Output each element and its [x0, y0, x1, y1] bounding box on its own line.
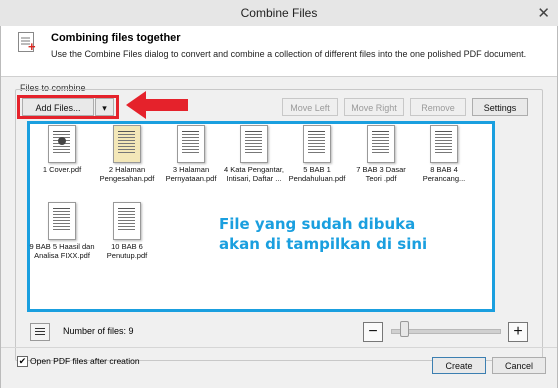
file-tile[interactable]: 4 Kata Pengantar, Intisari, Daftar ...	[221, 125, 287, 183]
file-tile[interactable]: 10 BAB 6 Penutup.pdf	[94, 202, 160, 260]
file-name: 10 BAB 6 Penutup.pdf	[106, 242, 148, 260]
close-icon[interactable]: ✕	[537, 4, 550, 22]
file-tile[interactable]: 9 BAB 5 Haasil dan Analisa FIXX.pdf	[29, 202, 95, 260]
file-thumbnail	[240, 125, 268, 163]
file-count: Number of files: 9	[63, 326, 134, 336]
file-name: 5 BAB 1 Pendahuluan.pdf	[288, 165, 346, 183]
window-title: Combine Files	[240, 6, 318, 20]
file-tile[interactable]: 2 Halaman Pengesahan.pdf	[94, 125, 160, 183]
file-name: 9 BAB 5 Haasil dan Analisa FIXX.pdf	[29, 242, 95, 260]
file-thumbnail	[177, 125, 205, 163]
remove-button[interactable]: Remove	[410, 98, 466, 116]
file-tile[interactable]: 7 BAB 3 Dasar Teori .pdf	[348, 125, 414, 183]
file-thumbnail	[430, 125, 458, 163]
dialog-header: + Combining files together Use the Combi…	[1, 26, 557, 77]
plus-badge-icon: +	[28, 39, 36, 54]
file-thumbnail	[48, 202, 76, 240]
file-thumbnail	[367, 125, 395, 163]
settings-button[interactable]: Settings	[472, 98, 528, 116]
move-right-button[interactable]: Move Right	[344, 98, 404, 116]
zoom-out-icon[interactable]: −	[363, 322, 383, 342]
file-tile[interactable]: 5 BAB 1 Pendahuluan.pdf	[284, 125, 350, 183]
annotation-line-2: akan di tampilkan di sini	[219, 235, 428, 253]
file-name: 4 Kata Pengantar, Intisari, Daftar ...	[223, 165, 285, 183]
header-description: Use the Combine Files dialog to convert …	[51, 49, 527, 59]
list-view-icon[interactable]	[30, 323, 50, 341]
annotation-line-1: File yang sudah dibuka	[219, 215, 416, 233]
file-thumbnail	[113, 202, 141, 240]
file-name: 2 Halaman Pengesahan.pdf	[99, 165, 155, 183]
move-left-button[interactable]: Move Left	[282, 98, 338, 116]
dropdown-arrow-icon[interactable]: ▾	[95, 98, 114, 116]
cancel-button[interactable]: Cancel	[492, 357, 546, 374]
zoom-slider-handle[interactable]	[400, 321, 409, 337]
checkbox-icon[interactable]: ✔	[17, 356, 28, 367]
footer-divider	[1, 347, 557, 348]
file-tile[interactable]: 8 BAB 4 Perancang...	[411, 125, 477, 183]
file-thumbnail	[113, 125, 141, 163]
create-button[interactable]: Create	[432, 357, 486, 374]
combine-files-dialog: + Combining files together Use the Combi…	[0, 26, 558, 388]
file-thumbnail	[303, 125, 331, 163]
file-name: 7 BAB 3 Dasar Teori .pdf	[356, 165, 406, 183]
file-name: 8 BAB 4 Perancang...	[422, 165, 466, 183]
open-after-label: Open PDF files after creation	[30, 356, 140, 366]
annotation-caption: File yang sudah dibuka akan di tampilkan…	[219, 214, 427, 254]
title-bar: Combine Files ✕	[0, 0, 558, 27]
file-thumbnail	[48, 125, 76, 163]
file-name: 1 Cover.pdf	[42, 165, 82, 174]
header-title: Combining files together	[51, 32, 181, 44]
file-tile[interactable]: 3 Halaman Pernyataan.pdf	[158, 125, 224, 183]
file-name: 3 Halaman Pernyataan.pdf	[165, 165, 217, 183]
add-files-button[interactable]: Add Files...	[22, 98, 94, 116]
file-tile[interactable]: 1 Cover.pdf	[29, 125, 95, 174]
zoom-in-icon[interactable]: +	[508, 322, 528, 342]
annotation-arrow-icon	[126, 91, 188, 119]
